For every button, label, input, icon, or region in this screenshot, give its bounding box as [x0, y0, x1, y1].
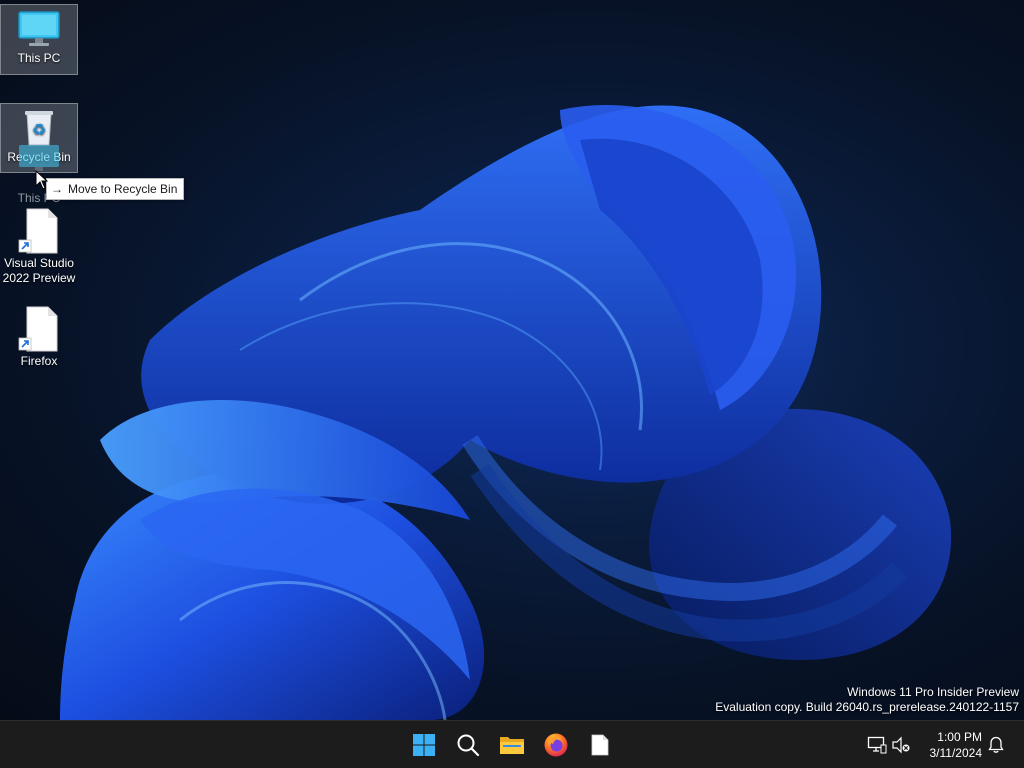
network-tray-button[interactable] [866, 733, 888, 757]
start-icon [413, 734, 435, 756]
drag-tooltip-text: Move to Recycle Bin [68, 182, 178, 196]
arrow-right-icon: → [51, 182, 63, 196]
watermark-line-2: Evaluation copy. Build 26040.rs_prerelea… [715, 700, 1019, 714]
shortcut-file-icon [18, 208, 58, 254]
desktop-icon-firefox[interactable]: Firefox [0, 302, 78, 368]
watermark-line-1: Windows 11 Pro Insider Preview [847, 685, 1019, 699]
wallpaper-bloom [60, 105, 952, 720]
firefox-taskbar-button[interactable] [536, 725, 576, 765]
taskbar-clock[interactable]: 1:00 PM 3/11/2024 [930, 729, 983, 761]
desktop-icon-label: Firefox [20, 354, 58, 368]
bell-icon [988, 736, 1004, 753]
monitor-icon [18, 11, 60, 46]
desktop-icon-label: This PC [17, 51, 61, 65]
desktop-icon-visual-studio[interactable]: Visual Studio 2022 Preview [0, 204, 78, 285]
network-icon [867, 736, 887, 754]
taskbar: 1:00 PM 3/11/2024 [0, 720, 1024, 768]
search-icon [457, 734, 480, 757]
firefox-icon [544, 733, 568, 757]
volume-muted-icon [892, 736, 910, 754]
file-explorer-button[interactable] [492, 725, 532, 765]
file-explorer-icon [500, 737, 524, 754]
desktop-icon-this-pc[interactable]: This PC [0, 4, 78, 75]
volume-tray-button[interactable] [890, 733, 912, 757]
clock-date: 3/11/2024 [929, 746, 983, 760]
evaluation-watermark: Windows 11 Pro Insider Preview Evaluatio… [715, 685, 1019, 715]
document-icon [591, 734, 609, 756]
desktop[interactable]: This PC ♻ Recycle Bin This PC Visual Stu… [0, 0, 1024, 720]
drag-tooltip: → Move to Recycle Bin [46, 178, 185, 200]
svg-text:♻: ♻ [32, 120, 46, 139]
monitor-icon [19, 145, 59, 171]
shortcut-file-icon [18, 306, 58, 352]
desktop-icon-label: Visual Studio 2022 Preview [2, 256, 76, 285]
document-taskbar-button[interactable] [580, 725, 620, 765]
start-button[interactable] [404, 725, 444, 765]
search-button[interactable] [448, 725, 488, 765]
clock-time: 1:00 PM [937, 730, 982, 744]
recycle-bin-icon: ♻ [25, 111, 53, 146]
notifications-button[interactable] [985, 733, 1007, 757]
mouse-pointer-icon [35, 170, 49, 190]
